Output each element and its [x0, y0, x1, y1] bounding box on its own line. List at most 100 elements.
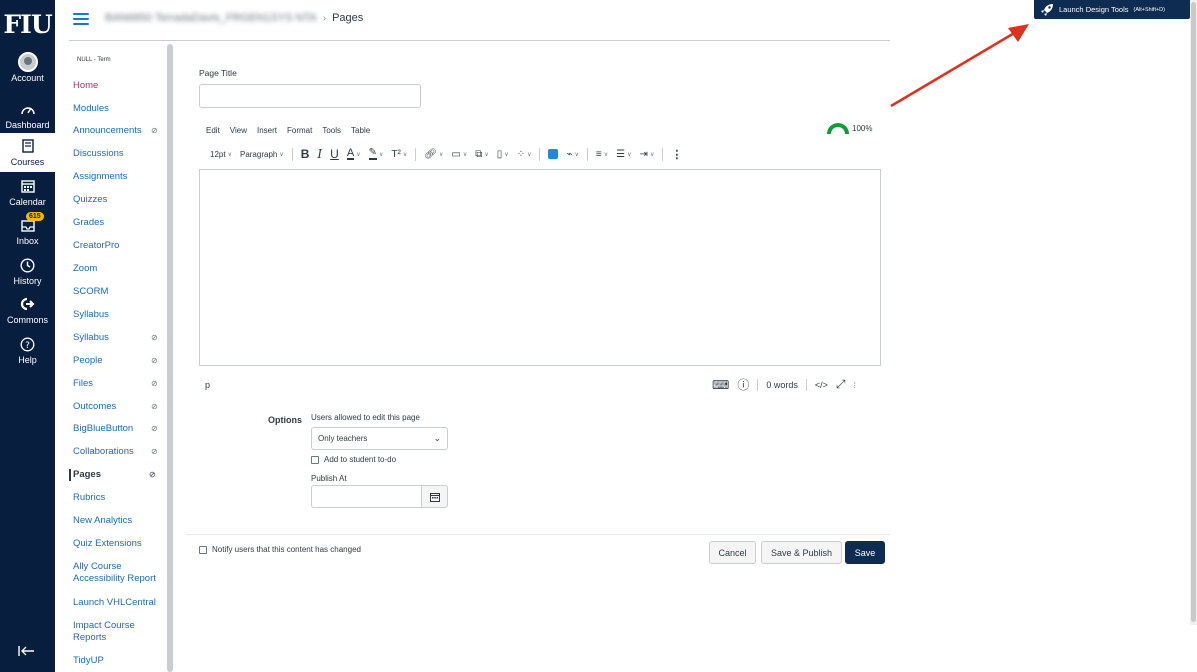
course-nav-item[interactable]: Syllabus	[73, 309, 168, 321]
bold-button[interactable]: B	[297, 147, 314, 161]
apps-button[interactable]: ⁘ ∨	[513, 149, 536, 160]
course-nav-scrollbar[interactable]	[167, 44, 173, 672]
global-nav-dashboard[interactable]: Dashboard	[0, 99, 55, 137]
fiu-logo[interactable]: FIU	[0, 8, 55, 40]
avatar	[17, 52, 38, 72]
page-title-input[interactable]	[199, 84, 421, 108]
course-nav-item[interactable]: Announcements ⊘	[73, 125, 168, 137]
course-nav-item[interactable]: Files ⊘	[73, 378, 168, 390]
global-nav-calendar[interactable]: Calendar	[0, 176, 55, 214]
text-color-button[interactable]: A ∨	[343, 148, 365, 160]
media-button[interactable]: ⧉ ∨	[471, 149, 493, 160]
link-button[interactable]: 🔗︎ ∨	[420, 149, 447, 160]
global-nav-history[interactable]: History	[0, 255, 55, 293]
keyboard-icon[interactable]: ⌨	[712, 378, 729, 392]
menu-edit[interactable]: Edit	[206, 126, 220, 135]
term-label: NULL - Term	[77, 57, 111, 63]
hamburger-menu-icon[interactable]	[73, 13, 89, 25]
italic-icon: I	[317, 147, 323, 161]
edit-permission-select[interactable]: Only teachers ⌄	[311, 427, 448, 450]
course-nav-item[interactable]: Impact Course Reports	[73, 620, 168, 644]
accessibility-score[interactable]: 100%	[827, 123, 872, 134]
cancel-button[interactable]: Cancel	[709, 541, 756, 564]
course-nav-item[interactable]: BigBlueButton ⊘	[73, 423, 168, 435]
fullscreen-icon[interactable]: ⤢	[836, 377, 846, 392]
plugin-button[interactable]: ⌁ ∨	[562, 149, 582, 160]
global-nav-account[interactable]: Account	[0, 52, 55, 90]
resize-handle-icon[interactable]: ⁞	[853, 380, 856, 390]
hidden-eye-icon: ⊘	[151, 379, 158, 388]
menu-tools[interactable]: Tools	[322, 126, 341, 135]
date-picker-button[interactable]	[421, 485, 448, 508]
publish-at-input[interactable]	[311, 485, 421, 508]
course-nav-item[interactable]: Ally Course Accessibility Report	[73, 561, 168, 585]
course-nav-item[interactable]: Grades	[73, 217, 168, 229]
course-nav-item[interactable]: New Analytics	[73, 515, 168, 527]
notify-label[interactable]: Notify users that this content has chang…	[212, 545, 361, 554]
todo-checkbox[interactable]	[311, 455, 319, 464]
font-size-select[interactable]: 12pt ∨	[206, 150, 236, 159]
clock-icon	[18, 255, 38, 275]
course-nav-item[interactable]: Pages ⊘	[69, 469, 164, 481]
course-nav-item[interactable]: Assignments	[73, 171, 168, 183]
menu-insert[interactable]: Insert	[257, 126, 277, 135]
page-scrollbar-thumb[interactable]	[1191, 2, 1196, 622]
course-nav-item[interactable]: TidyUP	[73, 655, 168, 667]
course-nav-item[interactable]: Zoom	[73, 263, 168, 275]
more-button[interactable]: ⋮	[667, 148, 686, 161]
menu-view[interactable]: View	[230, 126, 247, 135]
global-nav-courses[interactable]: Courses	[0, 133, 55, 172]
course-nav-item[interactable]: Home	[73, 80, 168, 92]
global-nav-help[interactable]: ? Help	[0, 334, 55, 372]
launch-design-tools-button[interactable]: Launch Design Tools (Alt+Shift+D)	[1034, 0, 1190, 19]
italic-button[interactable]: I	[313, 147, 326, 161]
global-nav: FIU Account Dashboard Courses Calendar 6…	[0, 0, 55, 672]
bold-icon: B	[300, 147, 310, 161]
accessibility-icon[interactable]: ⓘ	[737, 376, 749, 393]
course-nav-item[interactable]: Discussions	[73, 148, 168, 160]
course-nav-label: Syllabus	[73, 309, 109, 320]
indent-button[interactable]: ⇥ ∨	[636, 149, 659, 160]
course-nav-label: Impact Course Reports	[73, 620, 135, 643]
menu-table[interactable]: Table	[351, 126, 370, 135]
global-nav-commons[interactable]: Commons	[0, 294, 55, 332]
superscript-button[interactable]: T² ∨	[387, 149, 411, 160]
course-nav-item[interactable]: Quizzes	[73, 194, 168, 206]
element-path[interactable]: p	[205, 380, 210, 390]
global-nav-inbox[interactable]: 615 Inbox	[0, 212, 55, 253]
save-button[interactable]: Save	[845, 541, 885, 564]
design-tools-button[interactable]	[544, 149, 562, 159]
course-nav-item[interactable]: Quiz Extensions	[73, 538, 168, 550]
editor-statusbar: ⌨ ⓘ 0 words </> ⤢ ⁞	[712, 376, 856, 393]
course-nav-item[interactable]: Collaborations ⊘	[73, 446, 168, 458]
document-button[interactable]: ▯ ∨	[493, 149, 513, 160]
course-nav-item[interactable]: People ⊘	[73, 355, 168, 367]
course-nav-item[interactable]: Outcomes ⊘	[73, 401, 168, 413]
course-nav-item[interactable]: Launch VHLCentral	[73, 597, 168, 609]
chevron-down-icon: ∨	[649, 151, 655, 158]
chevron-down-icon: ∨	[402, 151, 408, 158]
breadcrumb: BAN6850 TerradaDavis_FRGEN1SYS NTA › Pag…	[105, 12, 363, 24]
course-nav-item[interactable]: SCORM	[73, 286, 168, 298]
course-nav-label: Modules	[73, 103, 109, 114]
course-nav-item[interactable]: Modules	[73, 103, 168, 115]
course-nav-item[interactable]: CreatorPro	[73, 240, 168, 252]
list-button[interactable]: ☰ ∨	[612, 149, 635, 160]
collapse-nav-icon[interactable]	[18, 644, 36, 662]
course-nav-item[interactable]: Syllabus ⊘	[73, 332, 168, 344]
course-nav-label: Rubrics	[73, 492, 106, 503]
notify-checkbox[interactable]	[199, 545, 207, 554]
block-format-select[interactable]: Paragraph ∨	[236, 150, 288, 159]
breadcrumb-course[interactable]: BAN6850 TerradaDavis_FRGEN1SYS NTA	[105, 12, 317, 24]
course-nav-item[interactable]: Rubrics	[73, 492, 168, 504]
highlight-button[interactable]: ✎ ∨	[365, 148, 388, 160]
rich-content-editor[interactable]	[199, 169, 881, 366]
html-editor-toggle[interactable]: </>	[815, 380, 828, 390]
underline-button[interactable]: U	[326, 147, 343, 161]
image-button[interactable]: ▭ ∨	[447, 149, 471, 160]
align-button[interactable]: ≡ ∨	[592, 149, 612, 160]
menu-format[interactable]: Format	[287, 126, 312, 135]
word-count[interactable]: 0 words	[766, 380, 798, 390]
save-and-publish-button[interactable]: Save & Publish	[761, 541, 842, 564]
todo-label[interactable]: Add to student to-do	[324, 455, 396, 464]
